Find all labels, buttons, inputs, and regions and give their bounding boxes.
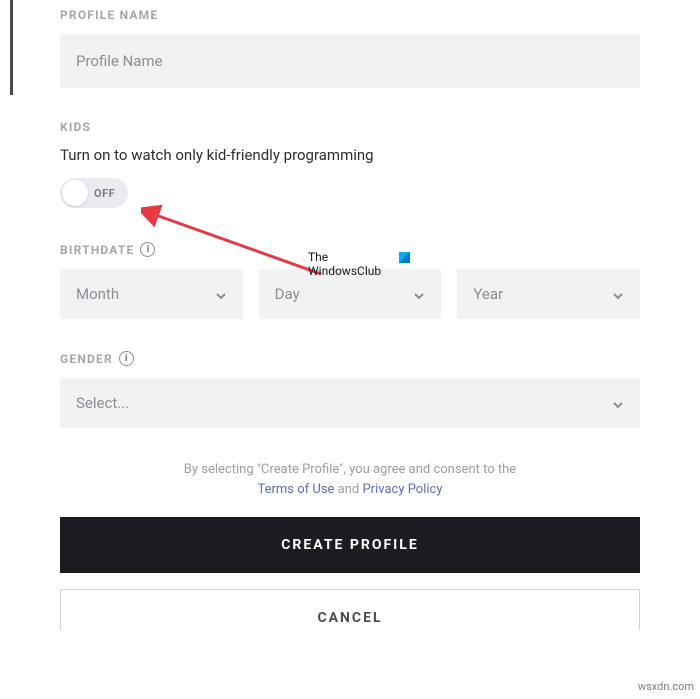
profile-form: PROFILE NAME KIDS Turn on to watch only … [0, 0, 700, 630]
flag-icon [399, 252, 410, 263]
profile-name-section: PROFILE NAME [60, 0, 640, 88]
disclaimer-prefix: By selecting "Create Profile", you agree… [184, 462, 516, 477]
year-select-value: Year [473, 285, 503, 303]
info-icon[interactable]: i [119, 351, 134, 366]
profile-name-label: PROFILE NAME [60, 8, 640, 22]
watermark-logo: The xxxxxxxxxxx WindowsClub [308, 250, 410, 279]
watermark-line1: The xxxxxxxxxxx [308, 250, 410, 264]
day-select-value: Day [275, 285, 300, 303]
chevron-down-icon [612, 288, 624, 300]
create-profile-button[interactable]: CREATE PROFILE [60, 517, 640, 573]
chevron-down-icon [612, 397, 624, 409]
gender-select-value: Select... [76, 394, 129, 412]
toggle-knob [62, 180, 88, 206]
kids-description: Turn on to watch only kid-friendly progr… [60, 146, 640, 164]
kids-toggle[interactable]: OFF [60, 178, 128, 208]
terms-link[interactable]: Terms of Use [257, 482, 334, 497]
kids-label: KIDS [60, 120, 640, 134]
gender-label: GENDER i [60, 351, 640, 366]
chevron-down-icon [413, 288, 425, 300]
privacy-link[interactable]: Privacy Policy [362, 482, 442, 497]
cancel-button[interactable]: CANCEL [60, 589, 640, 630]
gender-select[interactable]: Select... [60, 378, 640, 428]
chevron-down-icon [215, 288, 227, 300]
disclaimer-text: By selecting "Create Profile", you agree… [60, 460, 640, 499]
watermark-line2: WindowsClub [308, 264, 410, 278]
profile-name-input[interactable] [60, 34, 640, 88]
gender-label-text: GENDER [60, 352, 113, 366]
info-icon[interactable]: i [140, 242, 155, 257]
toggle-state-label: OFF [94, 187, 115, 200]
watermark-site: wsxdn.com [638, 680, 694, 693]
gender-section: GENDER i Select... [60, 351, 640, 428]
year-select[interactable]: Year [457, 269, 640, 319]
month-select-value: Month [76, 285, 119, 303]
disclaimer-and: and [334, 482, 362, 497]
birthdate-label-text: BIRTHDATE [60, 243, 134, 257]
month-select[interactable]: Month [60, 269, 243, 319]
kids-section: KIDS Turn on to watch only kid-friendly … [60, 120, 640, 210]
